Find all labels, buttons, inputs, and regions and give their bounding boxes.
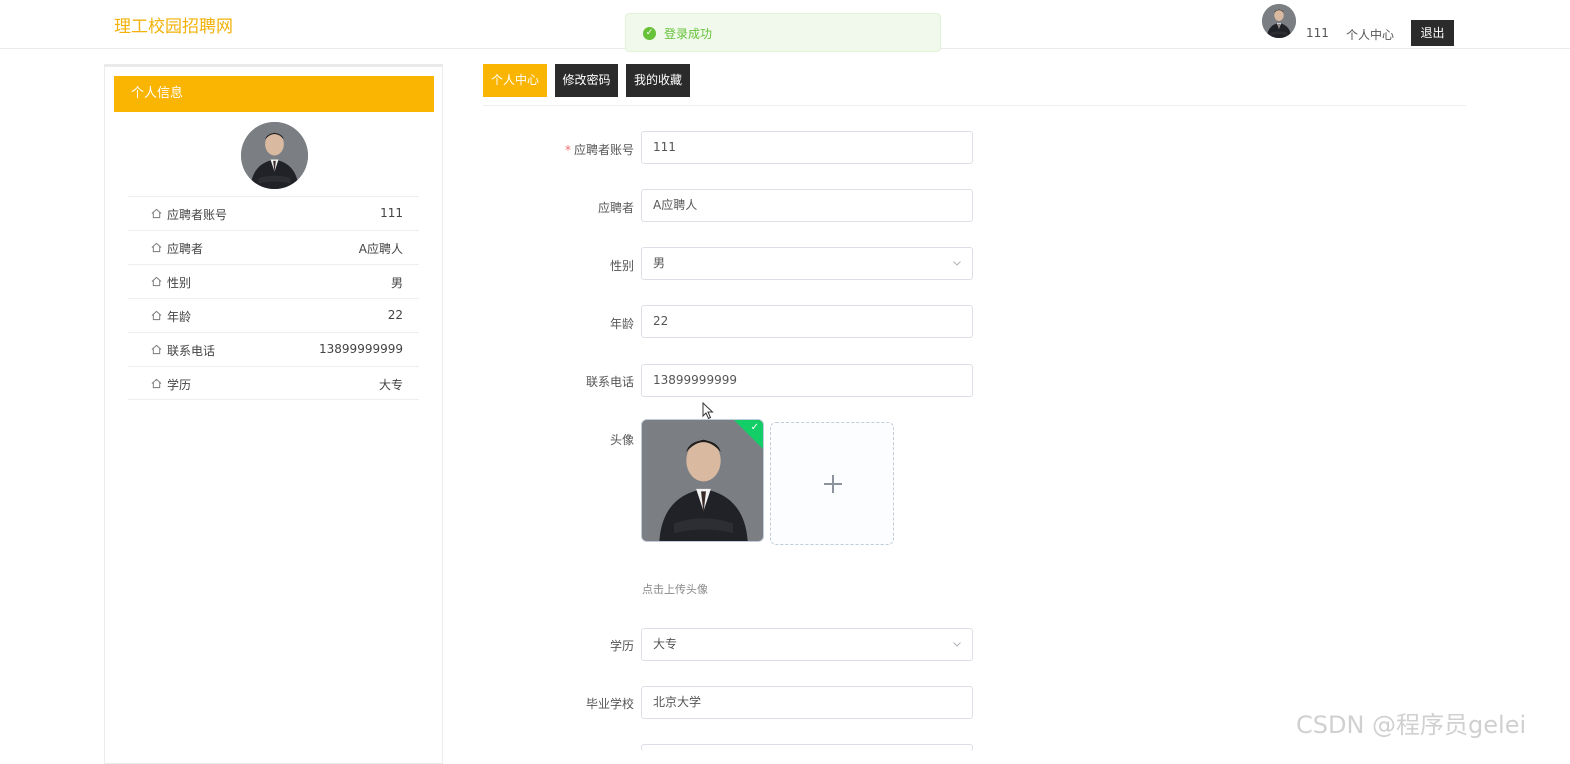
info-value: 111 [380, 206, 403, 220]
header-username: 111 [1306, 26, 1329, 40]
gender-selected-value: 男 [653, 256, 666, 270]
info-value: 22 [387, 308, 403, 322]
toast-message: 登录成功 [664, 27, 713, 41]
info-value: A应聘人 [358, 242, 403, 256]
list-item: 性别 男 [128, 264, 419, 298]
home-icon [151, 242, 162, 253]
site-title[interactable]: 理工校园招聘网 [114, 12, 233, 37]
info-key: 学历 [167, 378, 192, 392]
info-key: 年龄 [167, 310, 192, 324]
chevron-down-icon [953, 261, 961, 266]
info-value: 13899999999 [319, 342, 403, 356]
phone-input[interactable]: 13899999999 [641, 364, 973, 397]
school-input[interactable]: 北京大学 [641, 686, 973, 719]
age-input[interactable]: 22 [641, 305, 973, 338]
chevron-down-icon [953, 642, 961, 647]
name-input[interactable]: A应聘人 [641, 189, 973, 222]
gender-select[interactable]: 男 [641, 247, 973, 280]
watermark: CSDN @程序员gelei [1296, 711, 1527, 739]
profile-card: 个人信息 应聘者账号 111 应聘者 A应聘人 性别 男 年龄 22 联系电话 … [104, 64, 443, 764]
list-item: 应聘者账号 111 [128, 196, 419, 230]
education-select[interactable]: 大专 [641, 628, 973, 661]
school-label: 毕业学校 [585, 697, 634, 711]
login-success-toast: ✓ 登录成功 [625, 13, 941, 52]
upload-avatar-button[interactable] [770, 422, 894, 545]
info-key: 性别 [167, 276, 192, 290]
info-key: 联系电话 [167, 344, 216, 358]
logout-button[interactable]: 退出 [1411, 20, 1454, 46]
list-item: 年龄 22 [128, 298, 419, 332]
account-label: * 应聘者账号 [564, 143, 634, 157]
next-field-input[interactable] [641, 744, 973, 751]
upload-tip: 点击上传头像 [642, 583, 708, 596]
list-item: 应聘者 A应聘人 [128, 230, 419, 264]
info-key: 应聘者 [167, 242, 204, 256]
info-value: 男 [390, 276, 403, 290]
tab-my-favorites[interactable]: 我的收藏 [626, 64, 690, 97]
profile-card-title: 个人信息 [114, 76, 434, 112]
info-key: 应聘者账号 [167, 208, 228, 222]
tab-personal-center[interactable]: 个人中心 [483, 64, 547, 97]
tabs-divider [483, 105, 1466, 106]
home-icon [151, 344, 162, 355]
uploaded-avatar-thumbnail[interactable]: ✓ [641, 419, 764, 542]
profile-avatar [241, 122, 308, 189]
header-avatar[interactable] [1262, 4, 1296, 38]
home-icon [151, 378, 162, 389]
age-label: 年龄 [609, 317, 634, 331]
avatar-photo [642, 420, 764, 542]
success-check-icon: ✓ [643, 27, 656, 40]
home-icon [151, 276, 162, 287]
check-icon: ✓ [750, 422, 759, 433]
list-item: 学历 大专 [128, 366, 419, 400]
home-icon [151, 208, 162, 219]
avatar-label: 头像 [609, 433, 634, 447]
tab-change-password[interactable]: 修改密码 [555, 64, 618, 97]
home-icon [151, 310, 162, 321]
phone-label: 联系电话 [585, 375, 634, 389]
education-selected-value: 大专 [653, 637, 678, 651]
gender-label: 性别 [609, 259, 634, 273]
user-center-link[interactable]: 个人中心 [1346, 26, 1394, 43]
name-label: 应聘者 [597, 201, 634, 215]
profile-info-list: 应聘者账号 111 应聘者 A应聘人 性别 男 年龄 22 联系电话 13899… [128, 196, 419, 400]
list-item: 联系电话 13899999999 [128, 332, 419, 366]
mouse-cursor-icon [702, 402, 714, 420]
account-input[interactable]: 111 [641, 131, 973, 164]
top-header: 理工校园招聘网 ✓ 登录成功 111 个人中心 退出 [0, 0, 1570, 52]
info-value: 大专 [378, 378, 403, 392]
education-label: 学历 [609, 639, 634, 653]
plus-icon-vertical [832, 475, 834, 493]
